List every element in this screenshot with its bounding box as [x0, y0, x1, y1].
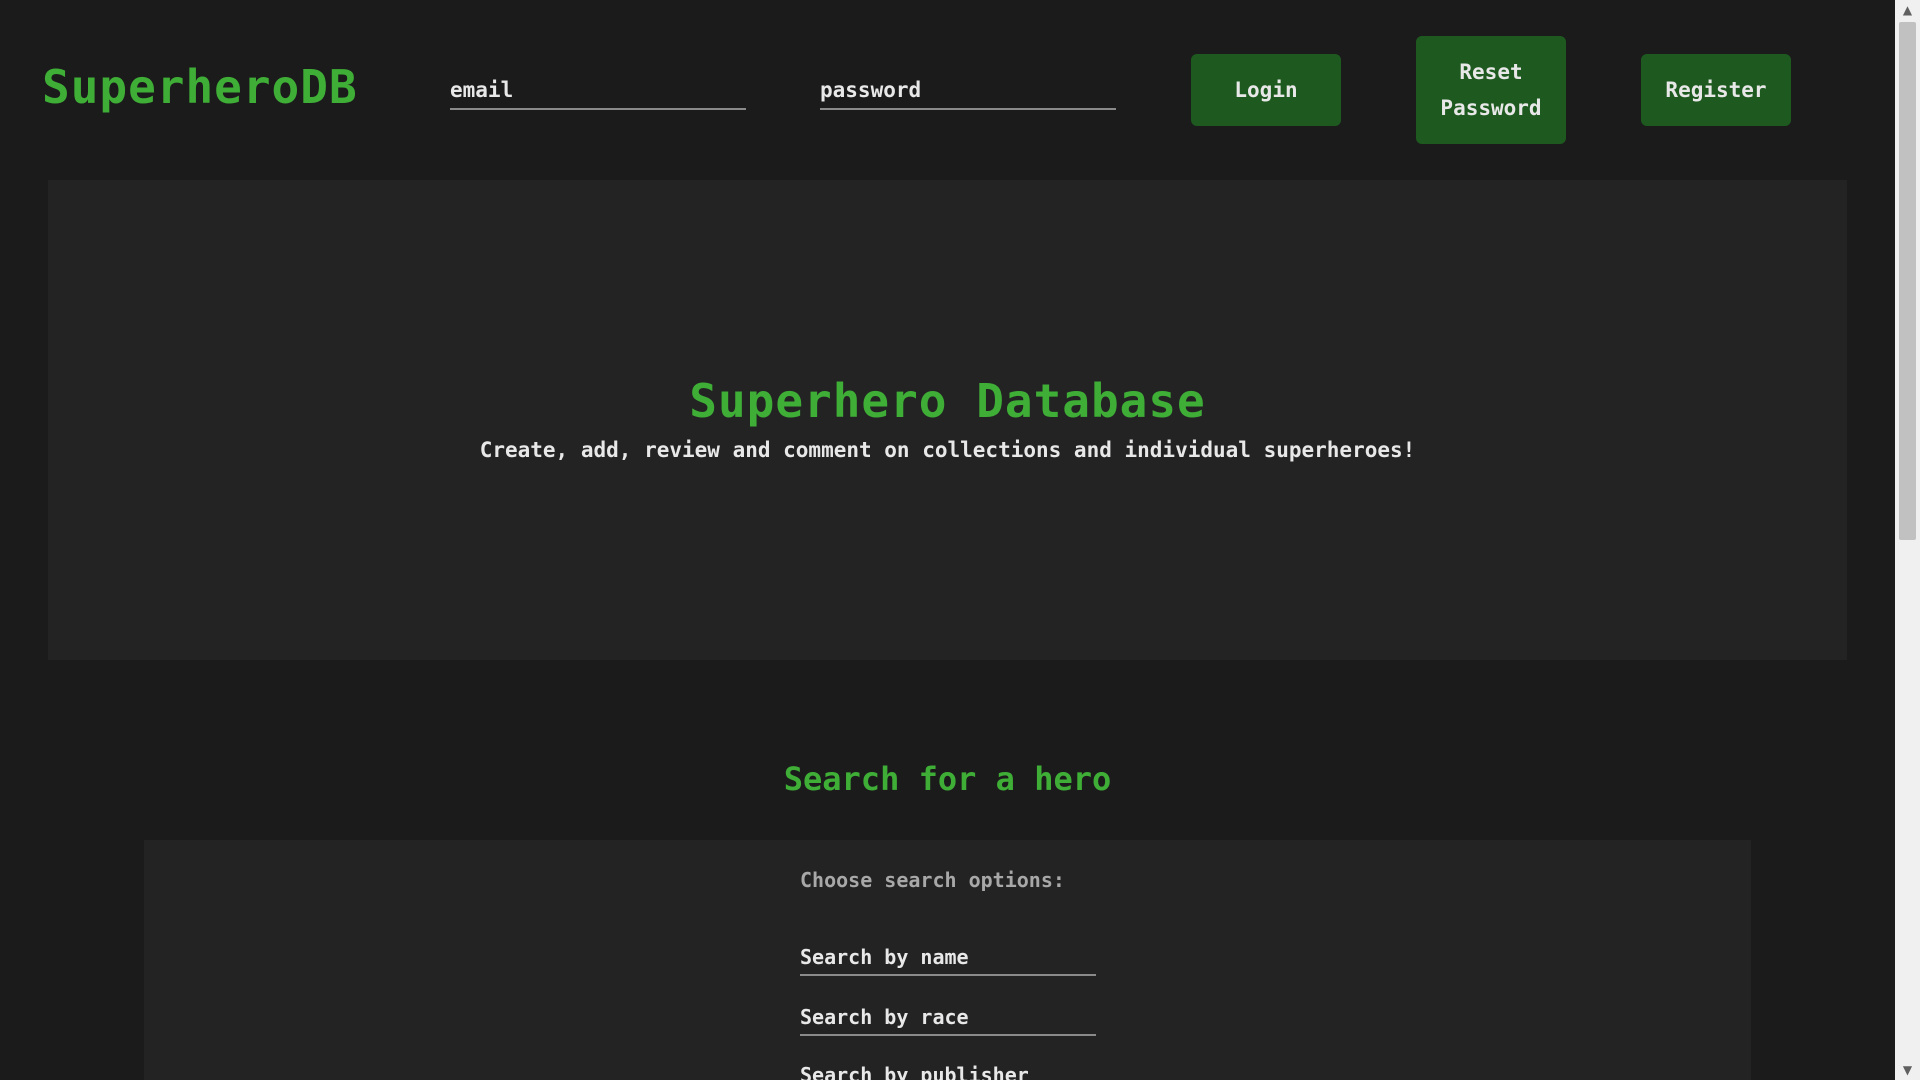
- search-by-publisher-input[interactable]: [800, 1058, 1096, 1080]
- password-input[interactable]: [820, 72, 1116, 110]
- scrollbar-thumb[interactable]: [1899, 22, 1916, 540]
- search-options-label: Choose search options:: [800, 868, 1065, 892]
- reset-button-label-line2: Password: [1440, 96, 1542, 120]
- hero-banner: Superhero Database Create, add, review a…: [48, 180, 1847, 660]
- email-input[interactable]: [450, 72, 746, 110]
- register-button[interactable]: Register: [1641, 54, 1791, 126]
- register-button-label: Register: [1665, 78, 1767, 102]
- reset-button-label-line1: Reset: [1459, 60, 1523, 84]
- login-button-label: Login: [1234, 78, 1298, 102]
- hero-title: Superhero Database: [689, 374, 1206, 428]
- chevron-down-icon[interactable]: ▼: [1895, 1060, 1920, 1080]
- vertical-scrollbar[interactable]: ▲ ▼: [1895, 0, 1920, 1080]
- search-by-race-input[interactable]: [800, 1000, 1096, 1036]
- logo[interactable]: SuperheroDB: [42, 60, 358, 114]
- page: SuperheroDB Login Reset Password Registe…: [0, 0, 1920, 1080]
- login-button[interactable]: Login: [1191, 54, 1341, 126]
- search-panel: Choose search options:: [144, 840, 1751, 1080]
- search-by-name-input[interactable]: [800, 940, 1096, 976]
- hero-subtitle: Create, add, review and comment on colle…: [479, 438, 1416, 462]
- reset-password-button[interactable]: Reset Password: [1416, 36, 1566, 144]
- chevron-up-icon[interactable]: ▲: [1895, 0, 1920, 20]
- search-heading: Search for a hero: [783, 760, 1112, 798]
